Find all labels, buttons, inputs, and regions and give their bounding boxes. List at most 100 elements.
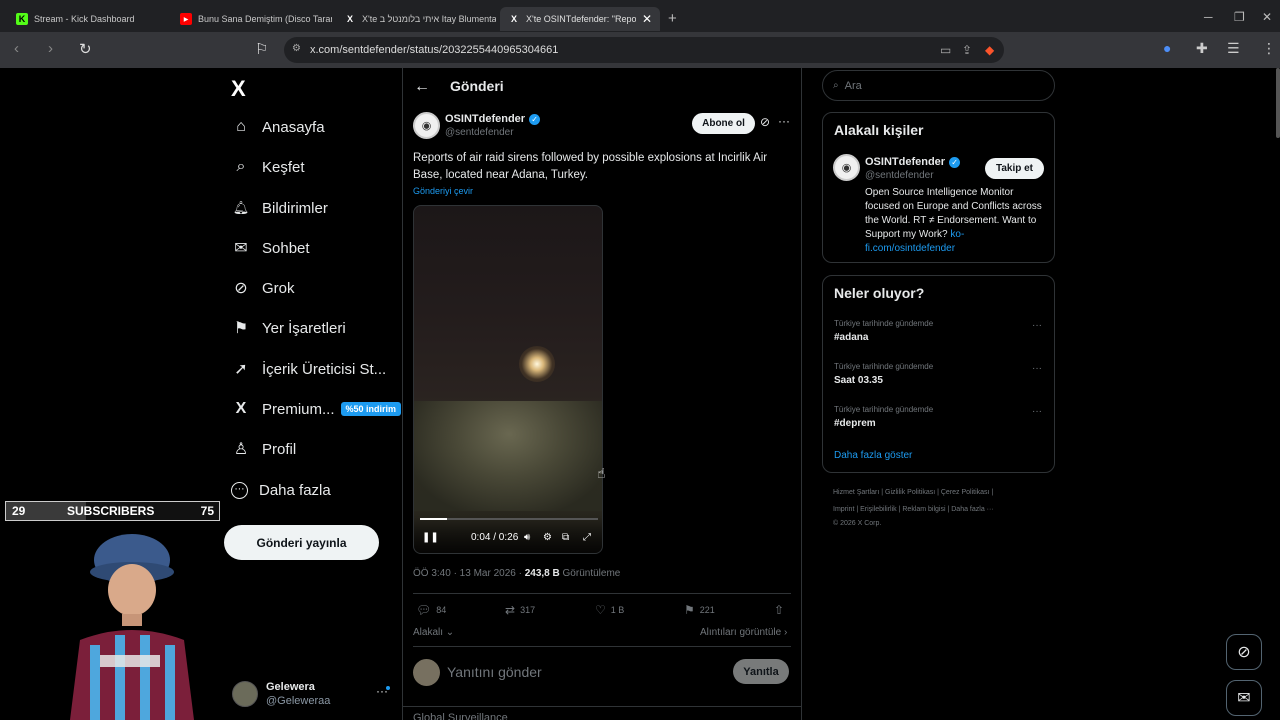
x-logo[interactable]: X <box>231 76 246 102</box>
pip-icon[interactable]: ⧉ <box>562 532 569 543</box>
reply-action[interactable]: 💬︎ 84 <box>416 603 446 617</box>
account-name: Gelewera <box>266 681 315 693</box>
grok-icon[interactable]: ⊘ <box>760 115 770 129</box>
tab-youtube[interactable]: ▶ Bunu Sana Demiştim (Disco Tarantula... <box>172 7 332 31</box>
nav-grok[interactable]: ⊘ Grok <box>231 274 295 302</box>
translate-post-link[interactable]: Gönderiyi çevir <box>413 186 473 196</box>
more-options-icon[interactable]: ··· <box>778 114 790 128</box>
repost-action[interactable]: ⇄ 317 <box>505 603 535 617</box>
bookmark-page-icon[interactable]: ⚐ <box>255 40 268 58</box>
nav-label: Premium... <box>262 400 335 418</box>
video-progress-fill <box>420 518 447 520</box>
nav-messages[interactable]: ✉ Sohbet <box>231 234 309 262</box>
chevron-down-icon: ⌄ <box>445 627 455 638</box>
x-icon: X <box>510 14 517 24</box>
trend-category: Türkiye tarihinde gündemde <box>834 319 934 328</box>
bookmark-action[interactable]: ⚑ 221 <box>684 603 715 617</box>
settings-icon[interactable]: ⚙ <box>543 532 552 543</box>
divider <box>413 646 791 647</box>
trend-item[interactable]: Saat 03.35 <box>834 375 883 386</box>
nav-profile[interactable]: ♙ Profil <box>231 435 296 463</box>
search-icon: ⌕ <box>833 80 839 91</box>
extension-icon[interactable]: ● <box>1163 40 1171 56</box>
related-people-card: Alakalı kişiler ◉ OSINTdefender ✓ @sentd… <box>822 112 1055 263</box>
account-switcher[interactable]: Gelewera @Geleweraa <box>232 680 330 708</box>
tab-x-itay[interactable]: X X'te איתי בלומנטל ב Itay Blumental: <box>336 7 496 31</box>
nav-home[interactable]: ⌂ Anasayfa <box>231 113 324 141</box>
subscriber-goal: 75 <box>200 504 214 518</box>
sort-replies-dropdown[interactable]: Alakalı ⌄ <box>413 627 454 638</box>
playlist-icon[interactable]: ☰ <box>1227 40 1240 57</box>
more-circle-icon: ⋯ <box>231 481 248 499</box>
back-icon[interactable]: ‹ <box>14 40 19 57</box>
close-window-icon[interactable]: ✕ <box>1262 10 1272 24</box>
cast-icon[interactable]: ▭ <box>940 43 951 57</box>
address-bar[interactable]: ⚙ x.com/sentdefender/status/203225544096… <box>284 37 1004 63</box>
forward-icon[interactable]: › <box>48 40 53 57</box>
like-action[interactable]: ♡ 1 B <box>595 603 624 617</box>
restore-icon[interactable]: ❐ <box>1234 10 1245 24</box>
tab-title: Stream - Kick Dashboard <box>34 14 135 24</box>
tab-title: X'te OSINTdefender: "Repo... <box>526 14 636 24</box>
site-settings-icon[interactable]: ⚙ <box>292 43 301 54</box>
nav-label: Grok <box>262 279 295 297</box>
trend-item[interactable]: #adana <box>834 332 868 343</box>
brave-shield-icon[interactable]: ◆ <box>985 43 994 57</box>
grok-icon: ⊘ <box>234 280 248 297</box>
avatar[interactable]: ◉ <box>833 154 860 181</box>
trend-more-icon[interactable]: ··· <box>1032 363 1042 374</box>
minimize-icon[interactable]: ─ <box>1204 10 1213 24</box>
url-text: x.com/sentdefender/status/20322554409653… <box>310 44 559 56</box>
video-progress-bar[interactable] <box>420 518 598 520</box>
show-more-link[interactable]: Daha fazla göster <box>834 450 912 461</box>
back-arrow-icon[interactable]: ← <box>414 78 430 96</box>
next-post-author[interactable]: Global Surveillance <box>413 712 508 720</box>
notification-dot <box>386 686 390 690</box>
messages-fab-icon[interactable]: ✉ <box>1226 680 1262 716</box>
subscribe-button[interactable]: Abone ol <box>692 113 755 134</box>
nav-bookmarks[interactable]: ⚑ Yer İşaretleri <box>231 314 346 342</box>
author-handle[interactable]: @sentdefender <box>445 127 514 138</box>
extensions-puzzle-icon[interactable]: ✚ <box>1196 40 1208 57</box>
share-icon[interactable]: ⇪ <box>962 43 972 57</box>
video-player[interactable]: ❚❚ 0:04 / 0:26 🔊︎ ⚙ ⧉ ⤢ <box>413 205 603 554</box>
footer-links[interactable]: Imprint | Erişilebilirlik | Reklam bilgi… <box>833 506 994 513</box>
tab-x-osint[interactable]: X X'te OSINTdefender: "Repo... ✕ <box>500 7 660 31</box>
fullscreen-icon[interactable]: ⤢ <box>583 532 591 543</box>
card-title: Alakalı kişiler <box>834 122 924 138</box>
nav-label: İçerik Üreticisi St... <box>262 360 387 378</box>
author-avatar[interactable]: ◉ <box>413 112 440 139</box>
nav-creator-studio[interactable]: ➚ İçerik Üreticisi St... <box>231 355 386 383</box>
post-timestamp[interactable]: ÖÖ 3:40 · 13 Mar 2026 · <box>413 568 525 579</box>
reply-icon: 💬︎ <box>416 603 432 617</box>
nav-more[interactable]: ⋯ Daha fazla <box>231 476 331 504</box>
search-input[interactable]: ⌕ Ara <box>822 70 1055 101</box>
scrollbar[interactable] <box>1276 68 1280 138</box>
reload-icon[interactable]: ↻ <box>79 40 92 58</box>
related-handle[interactable]: @sentdefender <box>865 170 934 181</box>
share-action[interactable]: ⇧ <box>774 603 789 617</box>
follow-button[interactable]: Takip et <box>985 158 1044 179</box>
menu-icon[interactable]: ⋮ <box>1262 40 1276 57</box>
related-name-row[interactable]: OSINTdefender ✓ <box>865 156 961 168</box>
pause-icon[interactable]: ❚❚ <box>422 532 439 543</box>
tab-kick[interactable]: K Stream - Kick Dashboard <box>8 7 168 31</box>
new-tab-icon[interactable]: + <box>668 10 677 27</box>
close-tab-icon[interactable]: ✕ <box>642 12 652 26</box>
nav-explore[interactable]: ⌕ Keşfet <box>231 153 305 181</box>
rocket-icon: ➚ <box>234 361 248 378</box>
view-quotes-link[interactable]: Alıntıları görüntüle › <box>700 627 787 638</box>
footer-links[interactable]: Hizmet Şartları | Gizlilik Politikası | … <box>833 489 993 496</box>
reply-button[interactable]: Yanıtla <box>733 659 789 684</box>
nav-notifications[interactable]: 🔔︎ Bildirimler <box>231 194 328 222</box>
nav-premium[interactable]: X Premium... %50 indirim <box>231 395 402 423</box>
post-button[interactable]: Gönderi yayınla <box>224 525 379 560</box>
author-name-row[interactable]: OSINTdefender ✓ <box>445 113 541 125</box>
volume-icon[interactable]: 🔊︎ <box>524 532 530 543</box>
trend-more-icon[interactable]: ··· <box>1032 406 1042 417</box>
trend-item[interactable]: #deprem <box>834 418 876 429</box>
video-frame-trees <box>414 401 602 511</box>
trend-more-icon[interactable]: ··· <box>1032 320 1042 331</box>
reply-input[interactable]: Yanıtını gönder <box>447 664 542 680</box>
grok-fab-icon[interactable]: ⊘ <box>1226 634 1262 670</box>
